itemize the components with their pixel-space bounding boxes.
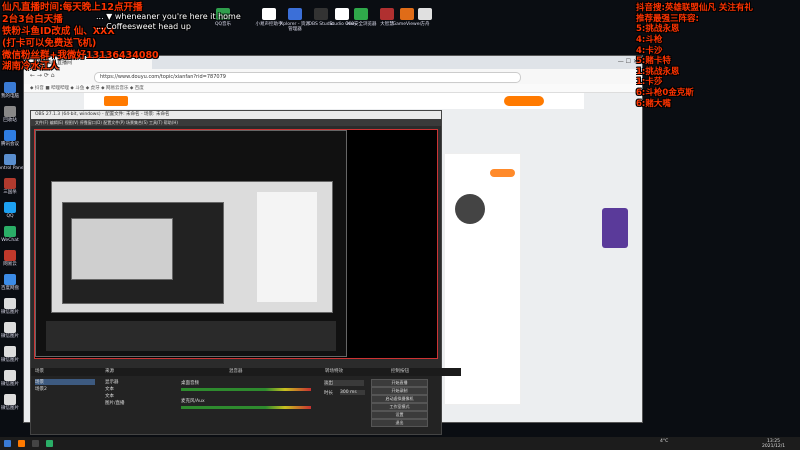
overlay-line: 4:卡沙 [636, 45, 663, 56]
overlay-line: ... Coffeesweet head up [96, 21, 191, 31]
obs-menu[interactable]: 文件(F) 编辑(E) 视图(V) 停靠窗口(D) 配置文件(P) 场景集合(S… [31, 119, 441, 126]
source-item[interactable]: 显示器 [105, 379, 119, 385]
desktop-app-icon[interactable] [314, 8, 328, 20]
duration-input[interactable]: 300 ms [340, 390, 365, 395]
url-input[interactable]: https://www.douyu.com/topic/xianfan?rid=… [94, 72, 521, 83]
desktop-shortcut-icon[interactable] [4, 298, 16, 309]
desktop-app-icon[interactable] [335, 8, 349, 20]
overlay-line: 抖音搜:英雄联盟仙凡 关注有礼 [636, 3, 753, 13]
start-icon[interactable] [4, 440, 11, 447]
nested-side-panel [257, 192, 317, 302]
obs-dock: 场景 来源 混音器 转场特效 控制按钮 场景 场景2 显示器 文本 文本 图片/… [31, 368, 461, 434]
desktop-shortcut-icon[interactable] [4, 202, 16, 213]
obs-task-icon[interactable] [32, 440, 39, 447]
source-item[interactable]: 文本 [105, 386, 114, 392]
overlay-line: (打卡可以免费送飞机) [2, 37, 97, 49]
nested-preview [35, 130, 347, 357]
transitions-header: 转场特效 [321, 368, 373, 376]
lineup-overlay: 抖音搜:英雄联盟仙凡 关注有礼 推荐最强三阵容: 5:挑战永恩 4:斗枪 4:卡… [636, 3, 753, 109]
desktop-app-icon[interactable] [418, 8, 432, 20]
obs-window: OBS 27.1.3 (64-bit, windows) - 配置文件: 未命名… [30, 110, 461, 435]
audio-meter [181, 388, 311, 391]
overlay-line: 湖南冷水江人 [2, 61, 60, 73]
overlay-line: ... ▼ wheneaner you're here it home [96, 12, 241, 21]
desktop: QQ音乐 小易声控助手 Xplorer - 资源管理器 OBS Studio Studi… [0, 0, 800, 450]
desktop-shortcut-icon[interactable] [4, 106, 16, 117]
desktop-shortcut-icon[interactable] [4, 178, 16, 189]
controls-header: 控制按钮 [371, 368, 461, 376]
site-logo[interactable] [104, 96, 128, 106]
overlay-line: 5:赌卡特 [636, 56, 671, 67]
source-item[interactable]: 图片/直播 [105, 400, 125, 406]
source-item[interactable]: 文本 [105, 393, 114, 399]
site-header [84, 93, 584, 109]
login-button[interactable] [504, 96, 544, 106]
nested-obs [62, 202, 224, 304]
exit-button[interactable]: 退出 [371, 419, 428, 427]
overlay-line: 推荐最强三阵容: [636, 13, 699, 24]
overlay-line: 5:挑战永恩 [636, 24, 680, 35]
desktop-app-label: 方舟 [420, 22, 430, 27]
duration-label: 时长 [324, 391, 333, 396]
clock-date: 2021/12/1 [762, 444, 786, 449]
nested-browser-2 [71, 218, 173, 280]
bookmarks-bar[interactable]: ◆ 抖音 ■ 哔哩哔哩 ◆ 斗鱼 ◆ 虎牙 ◆ 网易云音乐 ◆ 百度 [24, 84, 642, 93]
overlay-line: 微信粉丝群+我微好13136434080 [2, 49, 159, 61]
mixer-label: 麦克风/Aux [181, 399, 205, 404]
promo-badge[interactable] [602, 208, 628, 248]
desktop-app-icon[interactable] [354, 8, 368, 20]
settings-button[interactable]: 设置 [371, 411, 428, 419]
desktop-shortcut-icon[interactable] [4, 394, 16, 405]
virtual-camera-button[interactable]: 启动虚拟摄像机 [371, 395, 428, 403]
douyu-task-icon[interactable] [18, 440, 25, 447]
desktop-shortcut-icon[interactable] [4, 346, 16, 357]
song-overlay: ... ▼ wheneaner you're here it home ... … [96, 12, 241, 31]
taskbar: 4°C 13:25 2021/12/1 [0, 437, 800, 450]
audio-meter [181, 406, 311, 409]
transition-select[interactable]: 淡出 [324, 380, 364, 386]
overlay-line: 1:挑战永恩 [636, 66, 680, 77]
wechat-task-icon[interactable] [46, 440, 53, 447]
desktop-app-icon[interactable] [288, 8, 302, 20]
follow-button[interactable] [490, 169, 515, 177]
desktop-shortcut-icon[interactable] [4, 226, 16, 237]
sources-header: 来源 [101, 368, 180, 376]
desktop-app-icon[interactable] [400, 8, 414, 20]
desktop-shortcut-icon[interactable] [4, 154, 16, 165]
studio-mode-button[interactable]: 工作室模式 [371, 403, 428, 411]
overlay-line: 6:斗枪0金克斯 [636, 88, 694, 98]
desktop-shortcut-icon[interactable] [4, 82, 16, 93]
desktop-shortcut-icon[interactable] [4, 250, 16, 261]
obs-preview [34, 129, 438, 359]
desktop-shortcut-icon[interactable] [4, 322, 16, 333]
obs-title: OBS 27.1.3 (64-bit, windows) - 配置文件: 未命名… [31, 111, 441, 119]
desktop-shortcut-icon[interactable] [4, 370, 16, 381]
desktop-shortcut-icon[interactable] [4, 130, 16, 141]
scene-item[interactable]: 场景2 [35, 386, 47, 392]
weather[interactable]: 4°C [660, 439, 668, 444]
overlay-line: 6:赌大嘴 [636, 98, 671, 109]
desktop-shortcut-icon[interactable] [4, 274, 16, 285]
scenes-header: 场景 [31, 368, 103, 376]
scene-item[interactable]: 场景 [35, 379, 95, 385]
mixer-label: 桌面音频 [181, 381, 199, 386]
overlay-line: 4:斗枪 [636, 34, 663, 45]
nested-obs-dock [46, 321, 336, 351]
window-controls[interactable]: — ☐ ✕ [618, 58, 638, 65]
start-recording-button[interactable]: 开始录制 [371, 387, 428, 395]
clock[interactable]: 13:25 2021/12/1 [762, 439, 785, 449]
nested-browser [51, 181, 333, 313]
avatar[interactable] [455, 194, 485, 224]
start-streaming-button[interactable]: 开始直播 [371, 379, 428, 387]
desktop-app-icon[interactable] [262, 8, 276, 20]
desktop-app-icon[interactable] [380, 8, 394, 20]
overlay-line: 1:卡莎 [636, 77, 663, 88]
